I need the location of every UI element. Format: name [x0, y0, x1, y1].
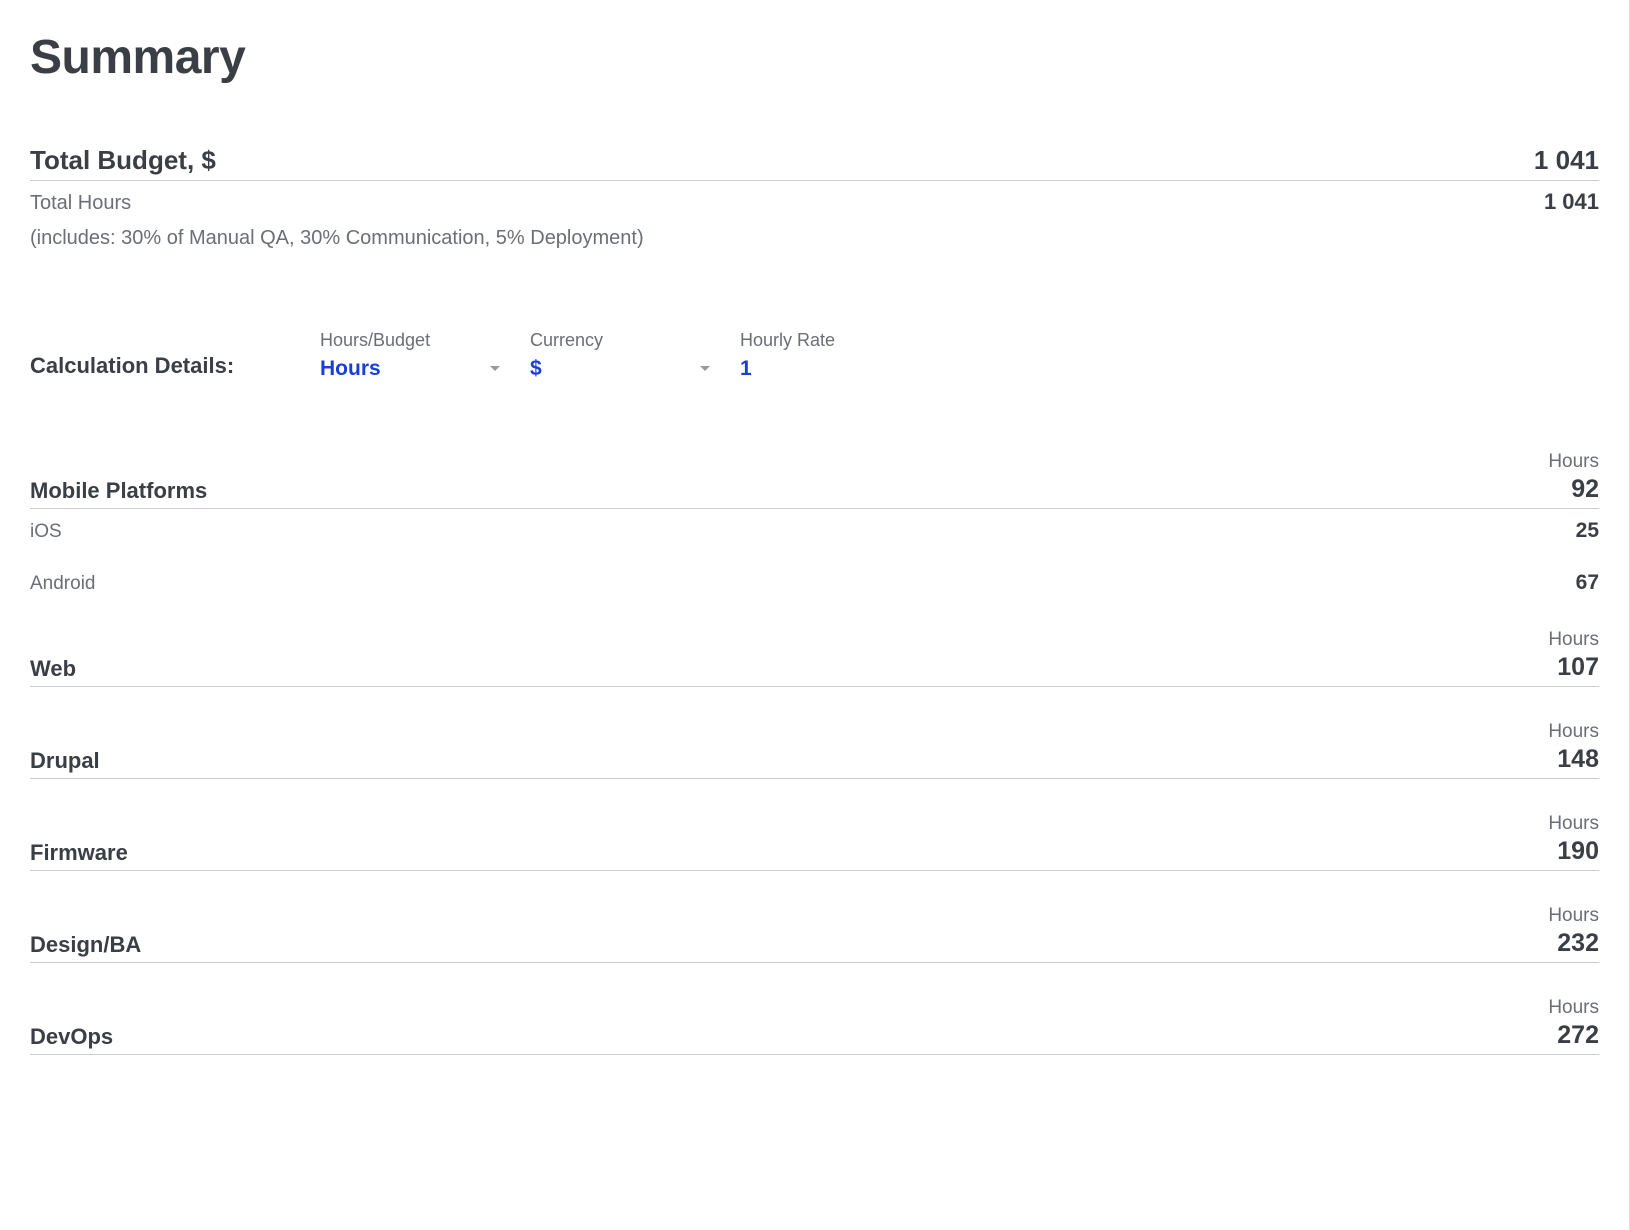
section-name: Firmware: [30, 840, 128, 866]
section-unit-label: Hours: [1548, 905, 1599, 927]
summary-page: Summary Total Budget, $ 1 041 Total Hour…: [0, 0, 1630, 1230]
section-unit-row: Hours: [30, 813, 1599, 835]
section-value: 107: [1557, 653, 1599, 682]
section-unit-row: Hours: [30, 905, 1599, 927]
section-name: Design/BA: [30, 932, 141, 958]
section-unit-row: Hours: [30, 721, 1599, 743]
section-unit-row: Hours: [30, 629, 1599, 651]
page-title: Summary: [30, 30, 1599, 85]
hours-budget-label: Hours/Budget: [320, 330, 530, 351]
hourly-rate-value: 1: [740, 357, 950, 381]
section-unit-label: Hours: [1548, 629, 1599, 651]
section-value: 92: [1571, 475, 1599, 504]
section: Hours Drupal 148: [30, 721, 1599, 779]
section-name: DevOps: [30, 1024, 113, 1050]
total-hours-label: Total Hours: [30, 192, 131, 215]
section-value: 148: [1557, 745, 1599, 774]
currency-label: Currency: [530, 330, 740, 351]
section-header: Firmware 190: [30, 837, 1599, 871]
item-value: 67: [1576, 571, 1599, 595]
currency-select[interactable]: Currency $: [530, 330, 740, 381]
section: Hours DevOps 272: [30, 997, 1599, 1055]
section: Hours Firmware 190: [30, 813, 1599, 871]
section-value: 272: [1557, 1021, 1599, 1050]
section-value: 190: [1557, 837, 1599, 866]
section-name: Drupal: [30, 748, 100, 774]
section-name: Mobile Platforms: [30, 478, 207, 504]
chevron-down-icon: [490, 366, 500, 371]
section-unit-label: Hours: [1548, 451, 1599, 473]
section-header: DevOps 272: [30, 1021, 1599, 1055]
total-budget-value: 1 041: [1534, 145, 1599, 176]
section-unit-row: Hours: [30, 997, 1599, 1019]
section: Hours Web 107: [30, 629, 1599, 687]
calculation-details-row: Calculation Details: Hours/Budget Hours …: [30, 330, 1599, 381]
item-name: iOS: [30, 521, 62, 543]
section-unit-label: Hours: [1548, 997, 1599, 1019]
chevron-down-icon: [700, 366, 710, 371]
section-header: Web 107: [30, 653, 1599, 687]
section-name: Web: [30, 656, 76, 682]
total-hours-row: Total Hours 1 041: [30, 181, 1599, 215]
hourly-rate-field[interactable]: Hourly Rate 1: [740, 330, 950, 381]
item-value: 25: [1576, 519, 1599, 543]
section-unit-row: Hours: [30, 451, 1599, 473]
item-name: Android: [30, 573, 96, 595]
total-budget-row: Total Budget, $ 1 041: [30, 145, 1599, 181]
total-budget-label: Total Budget, $: [30, 145, 216, 176]
list-item: Android 67: [30, 561, 1599, 595]
includes-text: (includes: 30% of Manual QA, 30% Communi…: [30, 227, 1599, 250]
section-unit-label: Hours: [1548, 721, 1599, 743]
hourly-rate-label: Hourly Rate: [740, 330, 950, 351]
section-header: Mobile Platforms 92: [30, 475, 1599, 509]
section-header: Design/BA 232: [30, 929, 1599, 963]
section-unit-label: Hours: [1548, 813, 1599, 835]
hours-budget-select[interactable]: Hours/Budget Hours: [320, 330, 530, 381]
total-hours-value: 1 041: [1544, 189, 1599, 215]
section-value: 232: [1557, 929, 1599, 958]
sections-container: HoursMobile Platforms92iOS25Android67Hou…: [30, 451, 1599, 1055]
section: Hours Mobile Platforms 92 iOS 25 Android 67: [30, 451, 1599, 595]
section-header: Drupal 148: [30, 745, 1599, 779]
section: Hours Design/BA 232: [30, 905, 1599, 963]
calculation-details-heading: Calculation Details:: [30, 353, 320, 381]
list-item: iOS 25: [30, 509, 1599, 543]
